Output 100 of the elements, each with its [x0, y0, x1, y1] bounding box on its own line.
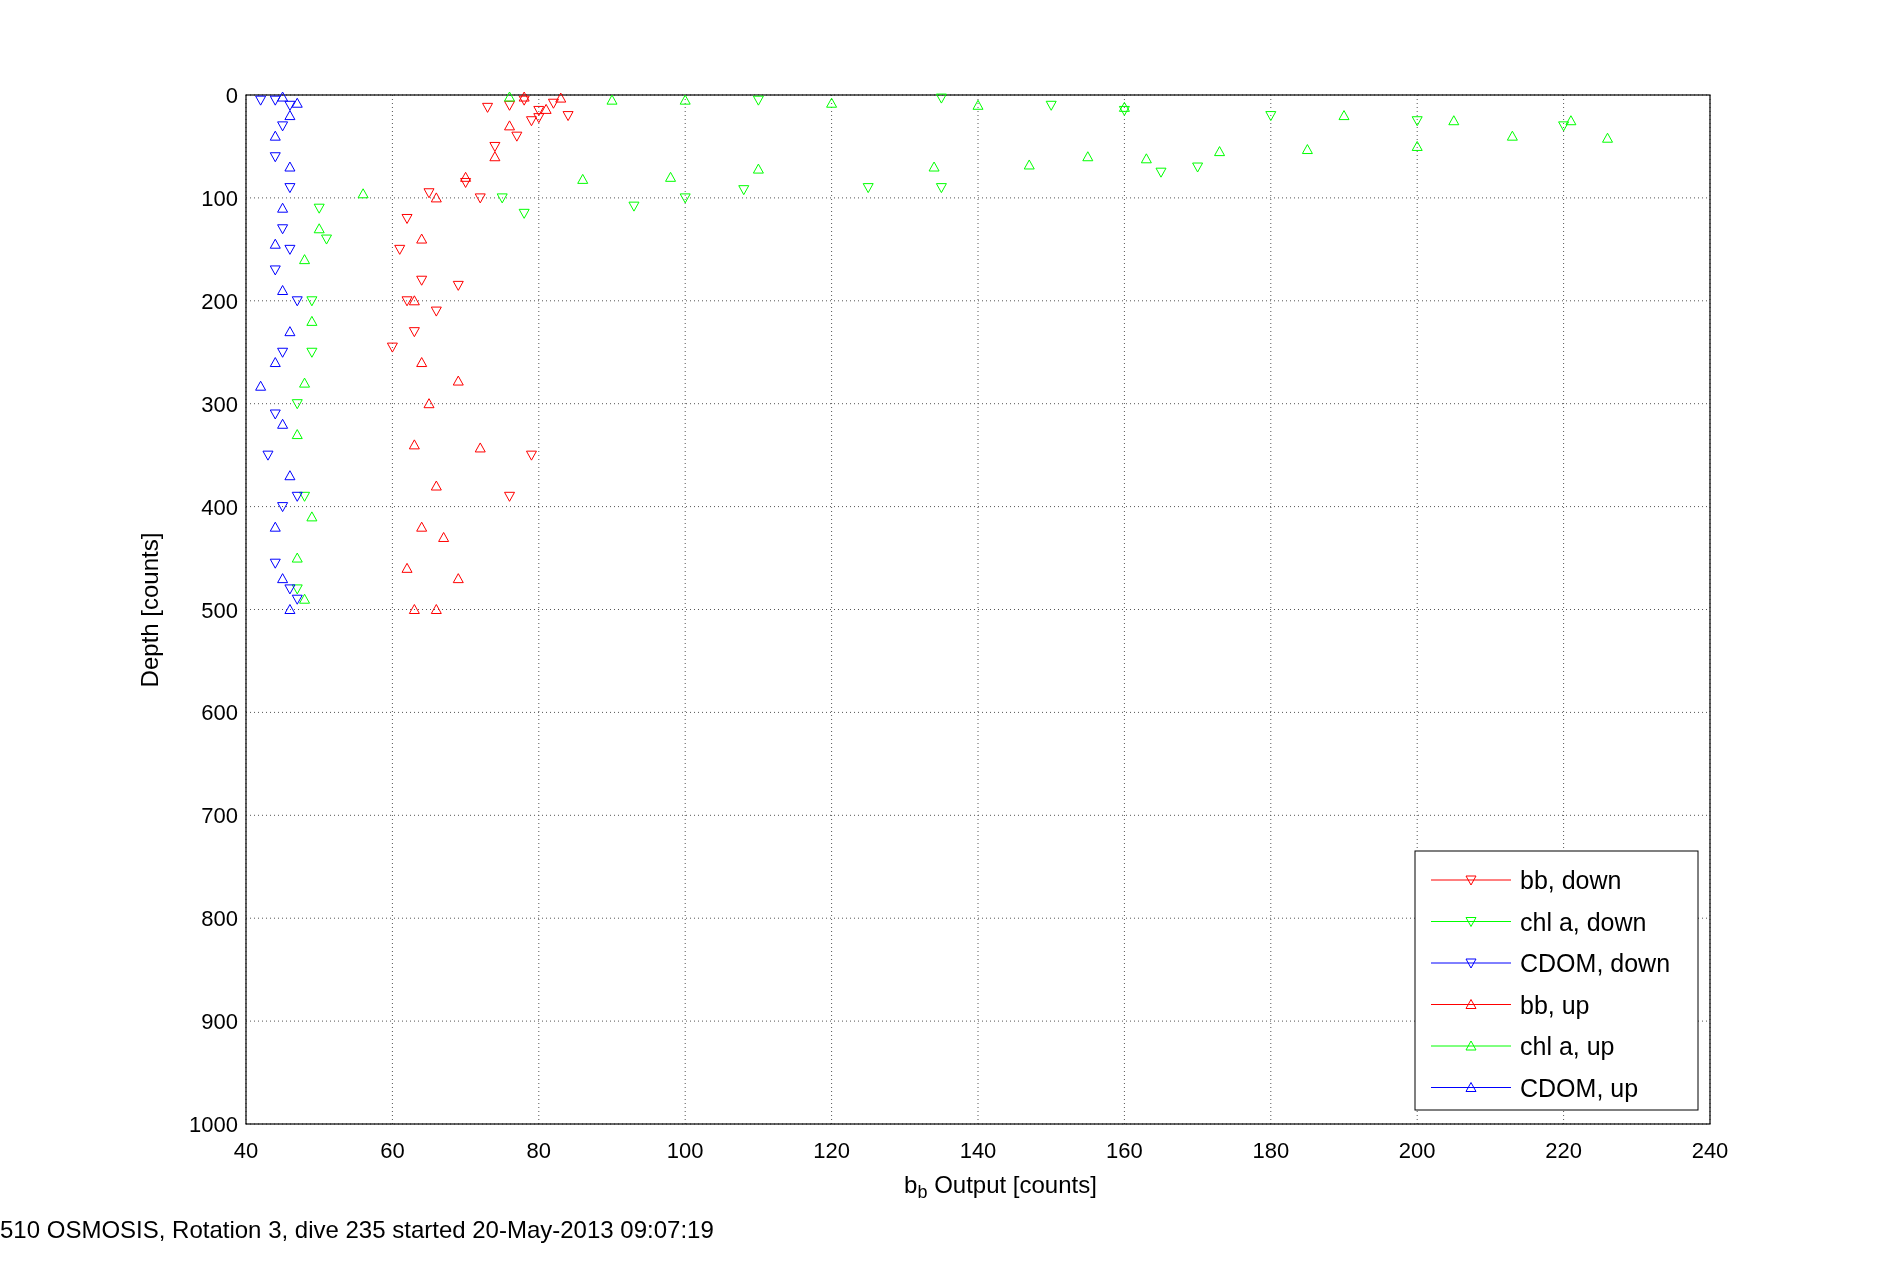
x-tick-label: 200	[1398, 1138, 1436, 1163]
data-point-marker	[452, 573, 464, 584]
y-tick-label: 700	[201, 803, 238, 829]
y-tick-label: 200	[201, 288, 238, 314]
data-point-marker	[269, 238, 281, 249]
data-point-marker	[562, 111, 574, 122]
y-tick-label: 400	[201, 494, 238, 520]
data-point-marker	[306, 347, 318, 358]
data-point-marker	[299, 377, 311, 388]
data-point-marker	[547, 98, 559, 109]
data-point-marker	[416, 233, 428, 244]
x-tick-label: 100	[666, 1138, 704, 1163]
data-point-marker	[284, 161, 296, 172]
data-point-marker	[526, 450, 537, 461]
data-point-marker	[1118, 101, 1130, 112]
data-point-marker	[291, 584, 303, 595]
data-point-marker	[284, 470, 296, 481]
data-point-marker	[277, 418, 289, 429]
data-point-marker	[284, 326, 296, 337]
data-point-marker	[299, 254, 311, 265]
legend-label: chl a, down	[1520, 907, 1647, 936]
y-axis-label: Depth [counts]	[136, 532, 164, 688]
data-point-marker	[935, 183, 947, 194]
data-point-marker	[577, 173, 589, 184]
data-point-marker	[438, 531, 450, 542]
data-point-marker	[394, 244, 406, 255]
data-point-marker	[1192, 162, 1204, 173]
y-tick-label: 600	[201, 700, 238, 726]
data-point-marker	[496, 193, 508, 204]
data-point-marker	[269, 130, 281, 141]
y-tick-label: 100	[201, 185, 238, 211]
figure-caption: 510 OSMOSIS, Rotation 3, dive 235 started 20-May-2013 09:07:19	[0, 1217, 714, 1244]
data-point-marker	[277, 121, 289, 132]
data-point-marker	[972, 99, 984, 110]
y-tick-label: 1000	[189, 1112, 238, 1137]
data-point-marker	[299, 593, 311, 604]
data-point-marker	[489, 151, 501, 162]
data-point-marker	[452, 280, 464, 291]
data-point-marker	[1602, 132, 1613, 143]
legend-label: bb, up	[1520, 990, 1590, 1019]
data-point-marker	[665, 171, 677, 182]
data-point-marker	[511, 131, 523, 142]
data-point-marker	[1411, 140, 1423, 151]
data-point-marker	[284, 604, 296, 614]
data-point-marker	[518, 208, 530, 219]
data-point-marker	[291, 296, 303, 307]
data-point-marker	[1338, 110, 1350, 121]
y-tick-label: 900	[201, 1009, 238, 1035]
data-point-marker	[284, 183, 296, 194]
data-point-marker	[306, 296, 318, 307]
data-point-marker	[284, 584, 296, 595]
data-point-marker	[306, 511, 318, 522]
data-point-marker	[386, 342, 398, 353]
data-point-marker	[533, 105, 545, 116]
data-point-marker	[1558, 121, 1570, 132]
data-point-marker	[416, 275, 428, 286]
x-tick-label: 160	[1106, 1138, 1143, 1163]
data-point-marker	[277, 347, 289, 358]
data-point-marker	[313, 223, 325, 234]
data-point-marker	[826, 97, 838, 108]
data-point-marker	[1301, 144, 1313, 155]
data-point-marker	[504, 120, 515, 131]
data-point-marker	[1045, 100, 1057, 111]
data-point-marker	[518, 91, 530, 102]
data-point-marker	[752, 163, 764, 174]
data-point-marker	[555, 92, 567, 103]
data-point-marker	[628, 201, 640, 212]
data-point-marker	[935, 93, 947, 104]
data-point-marker	[284, 100, 296, 111]
data-point-marker	[752, 95, 764, 106]
data-point-marker	[1082, 151, 1094, 162]
data-point-marker	[408, 295, 420, 306]
x-tick-label: 220	[1545, 1138, 1582, 1163]
data-point-marker	[504, 91, 515, 102]
data-point-marker	[1265, 111, 1277, 122]
data-point-marker	[1214, 146, 1226, 157]
x-tick-label: 120	[813, 1138, 850, 1163]
data-point-marker	[738, 185, 750, 196]
data-point-marker	[269, 558, 281, 569]
data-point-marker	[291, 97, 303, 108]
data-point-marker	[679, 193, 691, 204]
x-tick-label: 60	[380, 1138, 405, 1163]
legend-label: CDOM, up	[1520, 1073, 1639, 1102]
data-point-marker	[291, 552, 303, 563]
data-point-marker	[357, 188, 369, 199]
data-point-marker	[291, 594, 303, 605]
data-point-marker	[1155, 167, 1167, 178]
data-point-marker	[291, 399, 303, 410]
data-point-marker	[277, 224, 289, 235]
data-point-marker	[284, 110, 296, 121]
data-point-marker	[430, 192, 442, 203]
x-tick-label: 240	[1691, 1138, 1729, 1163]
data-point-marker	[313, 203, 325, 214]
data-point-marker	[606, 94, 618, 105]
data-point-marker	[321, 234, 332, 245]
data-point-marker	[416, 357, 428, 368]
x-tick-label: 180	[1252, 1138, 1290, 1163]
data-point-marker	[255, 95, 267, 106]
data-point-marker	[430, 306, 442, 317]
data-point-marker	[277, 285, 289, 295]
